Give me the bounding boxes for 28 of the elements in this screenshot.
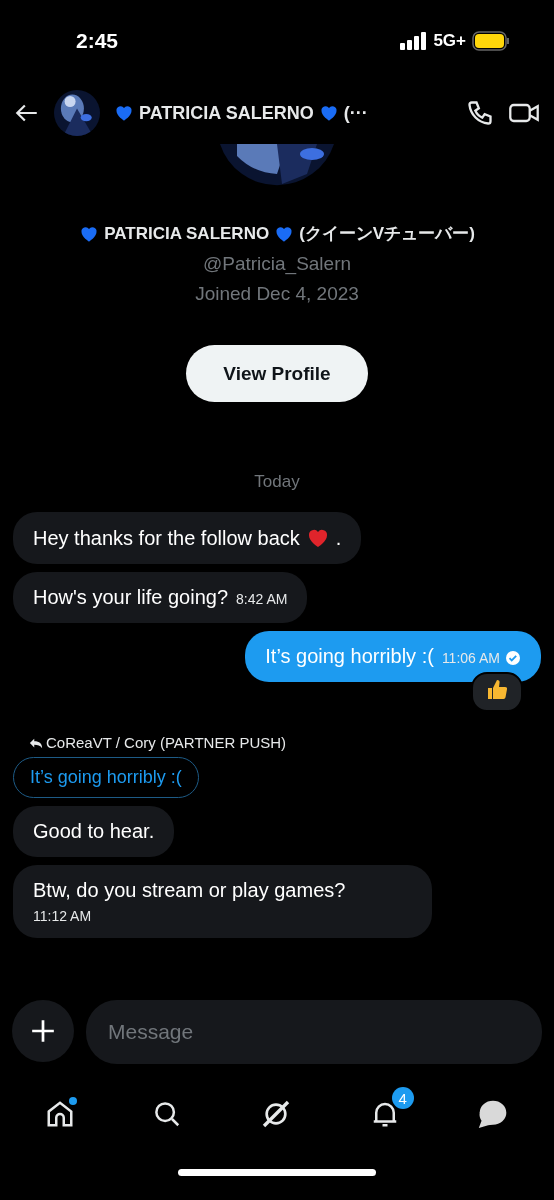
view-profile-button[interactable]: View Profile xyxy=(186,345,368,402)
message-input[interactable]: Message xyxy=(86,1000,542,1064)
message-bubble: Hey thanks for the follow back . xyxy=(13,512,362,564)
thumbs-up-icon xyxy=(485,678,509,702)
network-label: 5G+ xyxy=(433,31,466,51)
message-bubble: Good to hear. xyxy=(13,806,175,857)
message-bubble: How's your life going? 8:42 AM xyxy=(13,572,308,623)
chat-title: (··· xyxy=(343,102,368,124)
notification-badge: 4 xyxy=(391,1087,414,1109)
heart-icon xyxy=(318,103,339,123)
chat-title: PATRICIA SALERNO xyxy=(139,102,314,124)
message-bubble: It’s going horribly :( 11:06 AM xyxy=(245,631,541,682)
phone-icon[interactable] xyxy=(466,99,494,127)
reaction-chip[interactable] xyxy=(471,672,523,712)
slashed-circle-icon xyxy=(260,1098,292,1130)
notification-dot xyxy=(68,1097,77,1105)
battery-icon xyxy=(472,31,510,51)
reply-author: CoReaVT / Cory (PARTNER PUSH) xyxy=(46,734,287,751)
signal-icon xyxy=(400,32,428,50)
profile-name: PATRICIA SALERNO xyxy=(104,223,270,244)
message-bubble: Btw, do you stream or play games? 11:12 AM xyxy=(13,865,432,938)
day-divider-label: Today xyxy=(254,472,300,492)
status-time: 2:45 xyxy=(76,29,119,53)
plus-icon xyxy=(30,1018,56,1044)
heart-icon xyxy=(114,103,134,123)
profile-name: (クイーンVチューバー) xyxy=(299,223,475,245)
profile-handle: @Patricia_Salern xyxy=(202,253,352,275)
joined-date: Joined Dec 4, 2023 xyxy=(195,283,359,305)
